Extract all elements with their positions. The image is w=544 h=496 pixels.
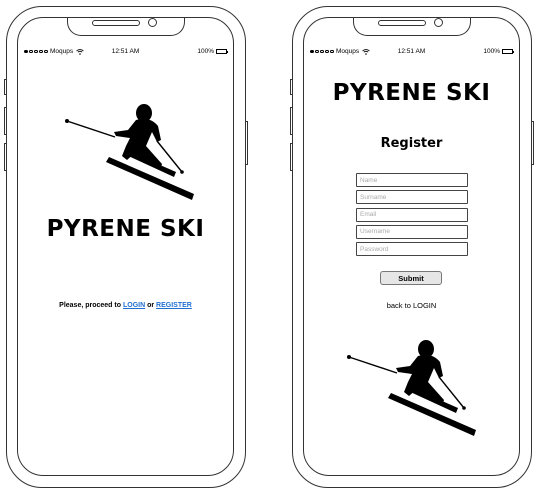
carrier-label: Moqups [50,48,74,55]
screen-register: Moqups 12:51 AM 100% PYRENE SKI Register [303,17,520,476]
status-carrier: Moqups [310,48,370,55]
phone-notch [352,18,471,36]
phone-side-button [4,143,7,171]
signal-icon [330,49,334,54]
signal-icon [320,49,324,54]
phone-notch [66,18,185,36]
email-field[interactable] [356,207,468,222]
camera-icon [147,18,157,27]
signal-icon [310,49,314,54]
phone-side-button [290,107,293,135]
status-time: 12:51 AM [111,48,140,55]
battery-icon [216,49,228,54]
back-to-login-link[interactable]: back to LOGIN [304,301,519,310]
name-field[interactable] [356,173,468,187]
signal-icon [24,49,28,54]
skier-icon [65,104,194,200]
battery-icon [502,49,514,54]
signal-icon [315,49,319,54]
signal-icon [34,49,38,54]
screen-landing: Moqups 12:51 AM 100% PYRENE SKI Please, … [17,17,234,476]
phone-frame-register: Moqups 12:51 AM 100% PYRENE SKI Register [290,6,534,488]
signal-icon [39,49,43,54]
register-link[interactable]: REGISTER [156,302,192,309]
carrier-label: Moqups [336,48,360,55]
register-form [356,173,468,259]
phone-side-button [531,121,534,165]
status-battery: 100% [197,48,228,55]
proceed-prefix: Please, proceed to [59,302,123,309]
skier-icon [347,340,476,436]
status-carrier: Moqups [24,48,84,55]
phone-side-button [245,121,248,165]
speaker-icon [91,20,140,26]
wifi-icon [76,48,84,55]
status-bar: Moqups 12:51 AM 100% [310,48,514,58]
submit-button[interactable]: Submit [380,271,442,285]
phone-side-button [4,79,7,95]
proceed-text: Please, proceed to LOGIN or REGISTER [18,302,233,309]
speaker-icon [377,20,426,26]
camera-icon [433,18,443,27]
password-field[interactable] [356,242,468,257]
phone-side-button [4,107,7,135]
canvas: Moqups 12:51 AM 100% PYRENE SKI Please, … [0,0,544,496]
login-link[interactable]: LOGIN [123,302,145,309]
phone-frame-landing: Moqups 12:51 AM 100% PYRENE SKI Please, … [4,6,248,488]
proceed-separator: or [145,302,157,309]
signal-icon [29,49,33,54]
register-heading: Register [380,136,443,151]
status-time: 12:51 AM [397,48,426,55]
phone-side-button [290,79,293,95]
brand-title: PYRENE SKI [332,80,491,106]
phone-side-button [290,143,293,171]
signal-icon [325,49,329,54]
wifi-icon [362,48,370,55]
brand-title: PYRENE SKI [46,216,205,242]
battery-label: 100% [483,48,500,55]
username-field[interactable] [356,224,468,239]
status-battery: 100% [483,48,514,55]
status-bar: Moqups 12:51 AM 100% [24,48,228,58]
signal-icon [44,49,48,54]
surname-field[interactable] [356,190,468,205]
battery-label: 100% [197,48,214,55]
